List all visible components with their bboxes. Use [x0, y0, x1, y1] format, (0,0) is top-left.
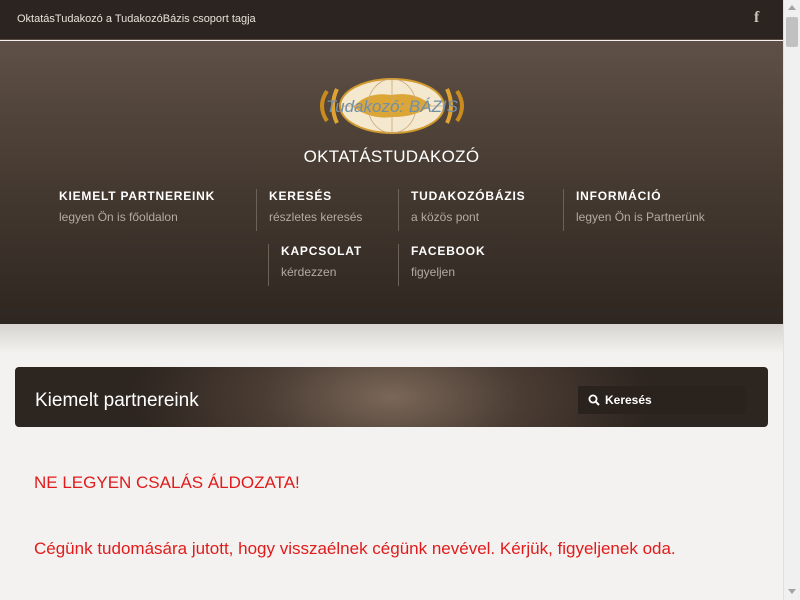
site-logo[interactable]: Tudakozó: BÁZIS	[313, 77, 471, 135]
nav-sublabel: legyen Ön is Partnerünk	[576, 210, 705, 224]
group-tagline: OktatásTudakozó a TudakozóBázis csoport …	[17, 13, 256, 25]
alert-title: NE LEGYEN CSALÁS ÁLDOZATA!	[34, 473, 300, 492]
nav-label: KIEMELT PARTNEREINK	[59, 189, 216, 203]
nav-sublabel: legyen Ön is főoldalon	[59, 210, 178, 224]
header-shadow	[0, 324, 783, 354]
search-icon	[588, 394, 600, 406]
site-header: Tudakozó: BÁZIS OKTATÁSTUDAKOZÓ KIEMELT …	[0, 41, 783, 324]
nav-label: FACEBOOK	[411, 244, 486, 258]
logo-text: Tudakozó: BÁZIS	[326, 97, 459, 116]
nav-item-facebook[interactable]: FACEBOOK figyeljen	[398, 244, 485, 286]
nav-item-tudakozobazis[interactable]: TUDAKOZÓBÁZIS a közös pont	[398, 189, 525, 231]
nav-label: KAPCSOLAT	[281, 244, 362, 258]
section-header-bar: Kiemelt partnereink Keresés	[15, 367, 768, 427]
alert-body: Cégünk tudomására jutott, hogy visszaéln…	[34, 539, 676, 558]
nav-label: INFORMÁCIÓ	[576, 189, 662, 203]
nav-sublabel: a közös pont	[411, 210, 480, 224]
section-title: Kiemelt partnereink	[35, 390, 199, 411]
search-placeholder: Keresés	[605, 393, 652, 407]
nav-item-kereses[interactable]: KERESÉS részletes keresés	[256, 189, 362, 231]
search-input[interactable]: Keresés	[578, 386, 746, 414]
site-title[interactable]: OKTATÁSTUDAKOZÓ	[0, 147, 783, 167]
nav-sublabel: figyeljen	[411, 265, 456, 279]
nav-sublabel: kérdezzen	[281, 265, 337, 279]
facebook-icon[interactable]: f	[754, 9, 759, 27]
nav-label: KERESÉS	[269, 189, 332, 203]
scroll-thumb[interactable]	[786, 17, 798, 47]
nav-sublabel: részletes keresés	[269, 210, 363, 224]
vertical-scrollbar[interactable]	[783, 0, 800, 600]
nav-item-kapcsolat[interactable]: KAPCSOLAT kérdezzen	[268, 244, 362, 286]
scroll-up-icon[interactable]	[788, 5, 796, 10]
scroll-down-icon[interactable]	[788, 589, 796, 594]
nav-item-kiemelt-partnereink[interactable]: KIEMELT PARTNEREINK legyen Ön is főoldal…	[59, 189, 215, 224]
nav-label: TUDAKOZÓBÁZIS	[411, 189, 526, 203]
top-bar: OktatásTudakozó a TudakozóBázis csoport …	[0, 0, 783, 40]
nav-item-informacio[interactable]: INFORMÁCIÓ legyen Ön is Partnerünk	[563, 189, 705, 231]
